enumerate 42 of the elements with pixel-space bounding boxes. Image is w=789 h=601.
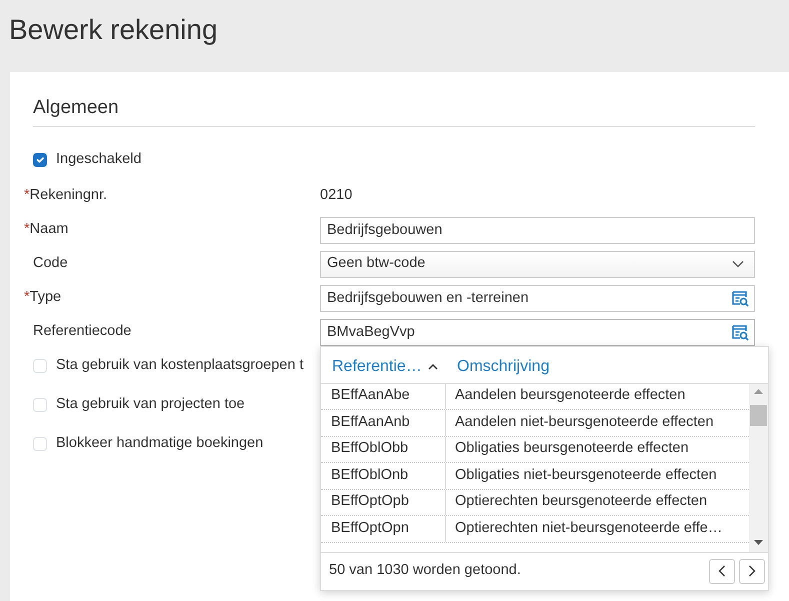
required-asterisk: *: [24, 221, 30, 238]
column-header[interactable]: Referentie…: [321, 354, 446, 382]
description-cell[interactable]: Obligaties niet-beursgenoteerde effecten: [446, 464, 717, 487]
code-cell[interactable]: BEffAanAnb: [321, 410, 446, 436]
previous-page-button[interactable]: [709, 558, 735, 584]
code-cell[interactable]: BEffOblOnb: [321, 463, 446, 488]
checkbox-label: Ingeschakeld: [56, 150, 142, 170]
code-cell[interactable]: BEffOptOpb: [321, 490, 446, 515]
chevron-right-icon: [748, 565, 756, 577]
page-title: Bewerk rekening: [8, 13, 219, 47]
lookup-field[interactable]: Bedrijfsgebouwen en -terreinen: [320, 284, 755, 312]
chevron-down-icon: [732, 260, 744, 268]
required-asterisk: *: [24, 289, 30, 306]
lookup-icon[interactable]: [731, 288, 749, 306]
lookup-icon[interactable]: [731, 322, 749, 340]
account-number: 0210: [320, 186, 352, 206]
column-header[interactable]: Omschrijving: [446, 354, 550, 382]
field-label: Naam: [30, 221, 68, 238]
checkbox[interactable]: [33, 153, 47, 167]
code-cell[interactable]: BEffOblObb: [321, 436, 446, 462]
field-label: Code: [33, 255, 68, 272]
lookup-field[interactable]: BMvaBegVvp: [320, 318, 755, 346]
description-cell[interactable]: Optierechten niet-beursgenoteerde effe…: [446, 518, 722, 540]
next-page-button[interactable]: [739, 558, 765, 584]
section-title: Algemeen: [33, 94, 755, 126]
field-label: Referentiecode: [33, 323, 132, 340]
code-cell[interactable]: BEffOptOpn: [321, 516, 446, 542]
dropdown-field[interactable]: Geen btw-code: [320, 250, 755, 278]
code-cell[interactable]: BEffAanAbe: [321, 384, 446, 409]
checkbox-label: Sta gebruik van projecten toe: [56, 395, 245, 414]
description-cell[interactable]: Obligaties beursgenoteerde effecten: [446, 438, 689, 460]
input-field[interactable]: Bedrijfsgebouwen: [320, 216, 755, 244]
description-cell[interactable]: Aandelen beursgenoteerde effecten: [446, 385, 686, 408]
description-cell[interactable]: Optierechten beursgenoteerde effecten: [446, 491, 708, 514]
result-count-text: 50 van 1030 worden getoond.: [329, 561, 521, 580]
description-cell[interactable]: Aandelen niet-beursgenoteerde effecten: [446, 412, 714, 434]
chevron-left-icon: [718, 565, 726, 577]
field-label: Type: [30, 289, 62, 306]
required-asterisk: *: [24, 187, 30, 204]
checkbox-label: Sta gebruik van kostenplaatsgroepen t: [56, 356, 304, 376]
checkbox-label: Blokkeer handmatige boekingen: [56, 434, 264, 454]
field-label: Rekeningnr.: [30, 187, 108, 204]
